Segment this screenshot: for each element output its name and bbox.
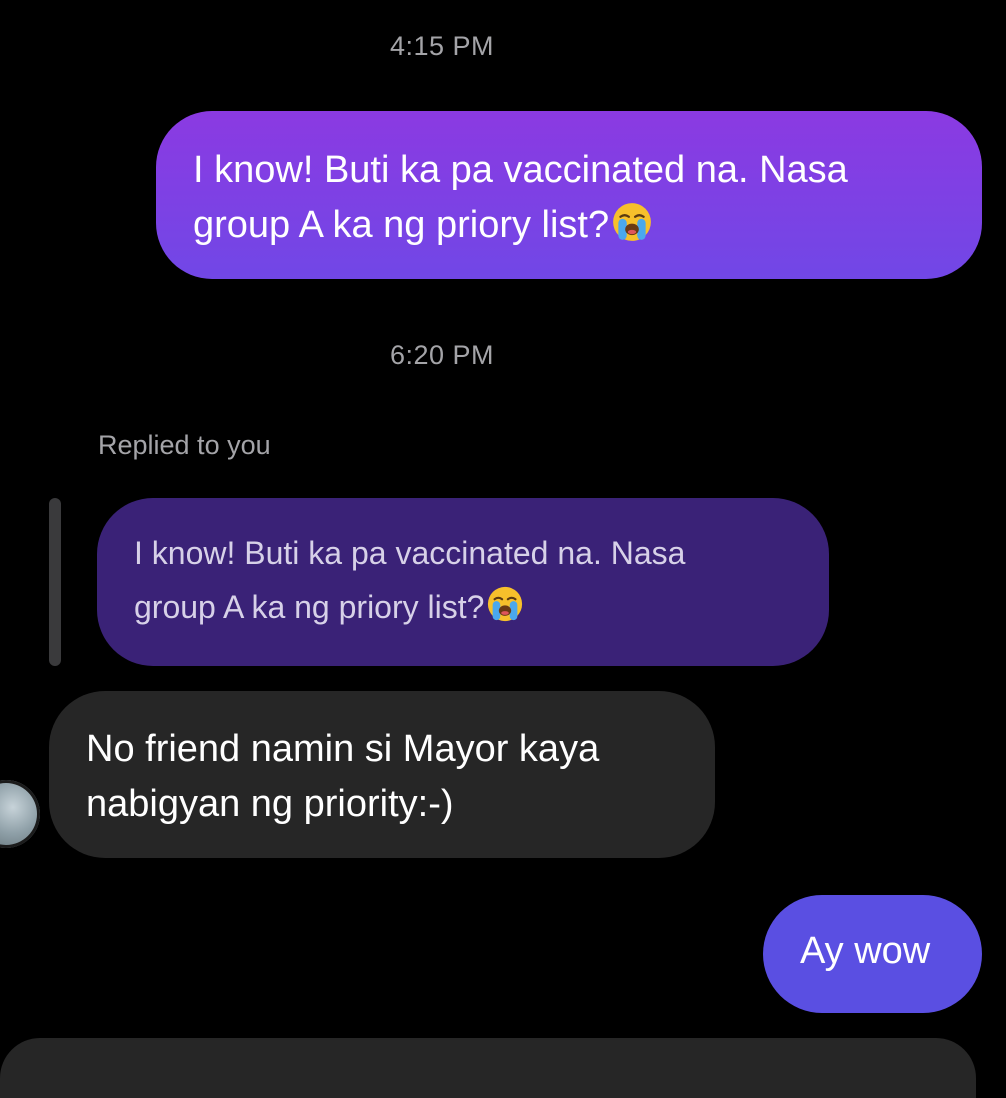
loudly-crying-face-icon <box>486 585 524 623</box>
message-composer[interactable] <box>0 1038 976 1098</box>
avatar[interactable] <box>0 780 40 848</box>
quoted-text-line: I know! Buti ka pa vaccinated na. Nasa <box>134 535 686 571</box>
replied-to-you-label: Replied to you <box>98 430 271 460</box>
quoted-text-line: group A ka ng priory list? <box>134 589 485 625</box>
quoted-reply-bubble[interactable]: I know! Buti ka pa vaccinated na. Nasa g… <box>97 498 829 666</box>
outgoing-message-bubble[interactable]: I know! Buti ka pa vaccinated na. Nasa g… <box>156 111 982 279</box>
reply-indicator-bar <box>49 498 61 666</box>
message-text-line: Ay wow <box>800 930 931 972</box>
timestamp: 4:15 PM <box>389 31 495 61</box>
message-text-line: No friend namin si Mayor kaya <box>86 728 600 770</box>
message-text-line: I know! Buti ka pa vaccinated na. Nasa <box>193 149 848 191</box>
incoming-message-bubble[interactable]: No friend namin si Mayor kaya nabigyan n… <box>49 691 715 858</box>
message-text-line: nabigyan ng priority:-) <box>86 783 454 825</box>
message-text-line: group A ka ng priory list? <box>193 204 610 246</box>
outgoing-message-bubble[interactable]: Ay wow <box>763 895 982 1013</box>
loudly-crying-face-icon <box>611 201 653 243</box>
timestamp: 6:20 PM <box>389 340 495 370</box>
